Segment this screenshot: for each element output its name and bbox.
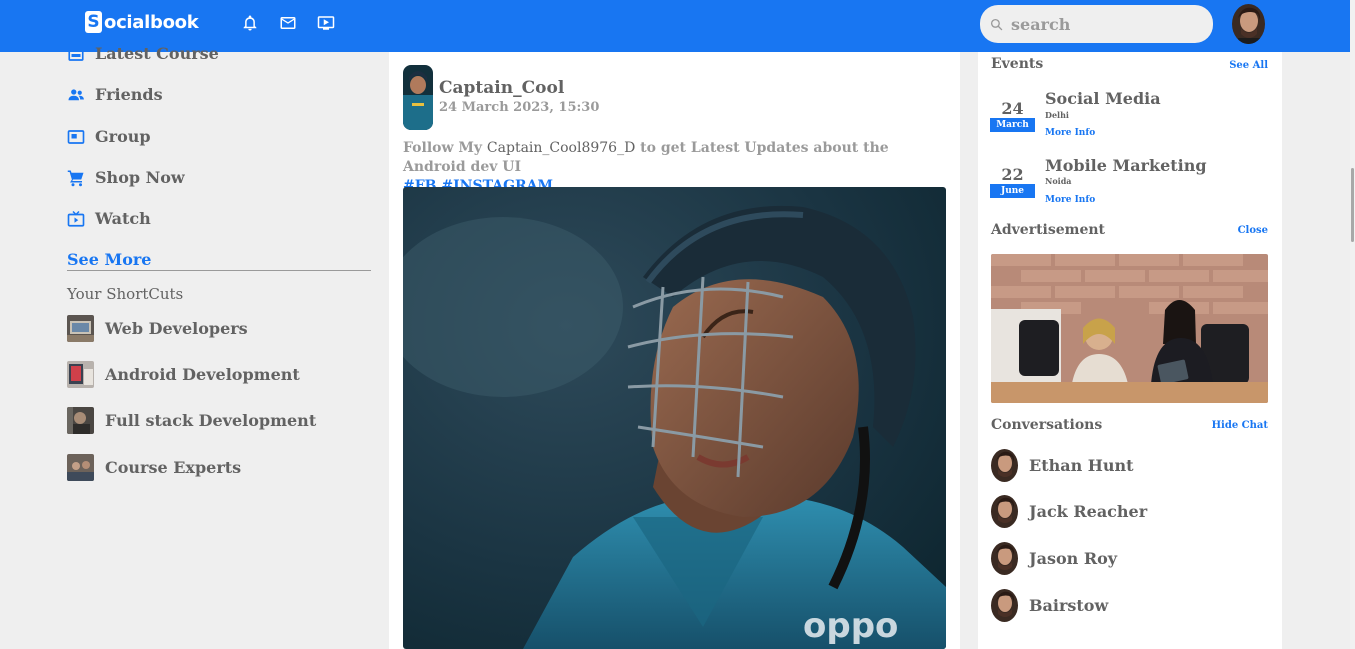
conversations-heading: Conversations xyxy=(991,417,1103,433)
shortcut-label: Course Experts xyxy=(105,458,242,477)
sidebar-item-label: Group xyxy=(95,127,151,146)
shortcut-full-stack-development[interactable]: Full stack Development xyxy=(67,407,316,434)
event-more-info-link[interactable]: More Info xyxy=(1045,128,1095,138)
see-all-events-link[interactable]: See All xyxy=(1229,60,1268,71)
advertisement-heading: Advertisement xyxy=(991,222,1106,238)
event-month: June xyxy=(990,184,1035,198)
contact-name: Jason Roy xyxy=(1029,549,1118,568)
post-mention[interactable]: Captain_Cool8976_D xyxy=(487,140,635,156)
see-more-link[interactable]: See More xyxy=(67,250,371,271)
contact-avatar xyxy=(991,449,1018,482)
event-location: Delhi xyxy=(1045,110,1069,120)
shortcut-thumbnail xyxy=(67,454,94,481)
event-month: March xyxy=(990,118,1035,132)
event-day: 22 xyxy=(1001,165,1024,184)
contact-jason-roy[interactable]: Jason Roy xyxy=(991,542,1117,575)
contact-name: Bairstow xyxy=(1029,596,1109,615)
event-title: Mobile Marketing xyxy=(1045,156,1207,175)
logo-letter: S xyxy=(85,11,102,33)
search-input[interactable] xyxy=(1011,14,1201,34)
event-date-badge: 24 March xyxy=(990,96,1035,132)
shortcut-web-developers[interactable]: Web Developers xyxy=(67,315,248,342)
logo-text: ocialbook xyxy=(104,11,199,33)
contact-avatar xyxy=(991,589,1018,622)
contact-name: Jack Reacher xyxy=(1029,502,1148,521)
contact-name: Ethan Hunt xyxy=(1029,456,1134,475)
right-sidebar: Events See All 24 March Social Media Del… xyxy=(978,52,1282,649)
cart-icon xyxy=(67,170,84,186)
shortcut-thumbnail xyxy=(67,315,94,342)
sidebar-item-latest-course[interactable]: Latest Course xyxy=(67,44,219,63)
advertisement-image[interactable] xyxy=(991,254,1268,403)
news-icon xyxy=(68,46,84,61)
group-icon xyxy=(67,129,85,144)
shortcut-label: Full stack Development xyxy=(105,411,317,430)
sidebar-item-shop-now[interactable]: Shop Now xyxy=(67,168,185,187)
post-caption-text: Follow My xyxy=(403,140,487,156)
event-more-info-link[interactable]: More Info xyxy=(1045,195,1095,205)
sidebar-item-friends[interactable]: Friends xyxy=(67,85,163,104)
post-author-avatar[interactable] xyxy=(403,65,433,130)
scrollbar-thumb[interactable] xyxy=(1351,168,1354,242)
shortcut-android-development[interactable]: Android Development xyxy=(67,361,300,388)
profile-avatar[interactable] xyxy=(1232,4,1265,44)
mail-icon[interactable] xyxy=(279,14,297,32)
contact-avatar xyxy=(991,542,1018,575)
contact-bairstow[interactable]: Bairstow xyxy=(991,589,1108,622)
events-heading: Events xyxy=(991,56,1044,72)
app-logo[interactable]: S ocialbook xyxy=(85,11,199,33)
sidebar-item-label: Latest Course xyxy=(95,44,219,63)
post-timestamp: 24 March 2023, 15:30 xyxy=(439,100,600,115)
sidebar-item-watch[interactable]: Watch xyxy=(67,209,151,228)
search-icon xyxy=(990,18,1003,30)
shortcut-label: Android Development xyxy=(105,365,300,384)
close-ad-link[interactable]: Close xyxy=(1238,225,1268,236)
shortcut-label: Web Developers xyxy=(105,319,248,338)
shortcut-thumbnail xyxy=(67,407,94,434)
post-card: Captain_Cool 24 March 2023, 15:30 Follow… xyxy=(389,52,960,649)
hide-chat-link[interactable]: Hide Chat xyxy=(1212,420,1268,431)
contact-jack-reacher[interactable]: Jack Reacher xyxy=(991,495,1147,528)
post-image[interactable]: oppo xyxy=(403,187,946,649)
svg-text:oppo: oppo xyxy=(803,606,898,646)
search-box[interactable] xyxy=(980,5,1213,43)
shortcut-course-experts[interactable]: Course Experts xyxy=(67,454,241,481)
video-icon[interactable] xyxy=(317,14,335,32)
shortcut-thumbnail xyxy=(67,361,94,388)
event-day: 24 xyxy=(1001,99,1024,118)
event-date-badge: 22 June xyxy=(990,162,1035,198)
post-author-name[interactable]: Captain_Cool xyxy=(439,78,564,98)
friends-icon xyxy=(68,88,84,100)
sidebar-item-group[interactable]: Group xyxy=(67,127,151,146)
event-location: Noida xyxy=(1045,176,1072,186)
bell-icon[interactable] xyxy=(241,14,259,32)
sidebar-item-label: Watch xyxy=(95,209,151,228)
scrollbar-track[interactable] xyxy=(1350,0,1355,649)
contact-avatar xyxy=(991,495,1018,528)
event-title: Social Media xyxy=(1045,89,1161,108)
contact-ethan-hunt[interactable]: Ethan Hunt xyxy=(991,449,1134,482)
tv-icon xyxy=(67,210,85,227)
sidebar-item-label: Shop Now xyxy=(95,168,185,187)
sidebar-item-label: Friends xyxy=(95,85,163,104)
shortcuts-heading: Your ShortCuts xyxy=(67,285,184,303)
